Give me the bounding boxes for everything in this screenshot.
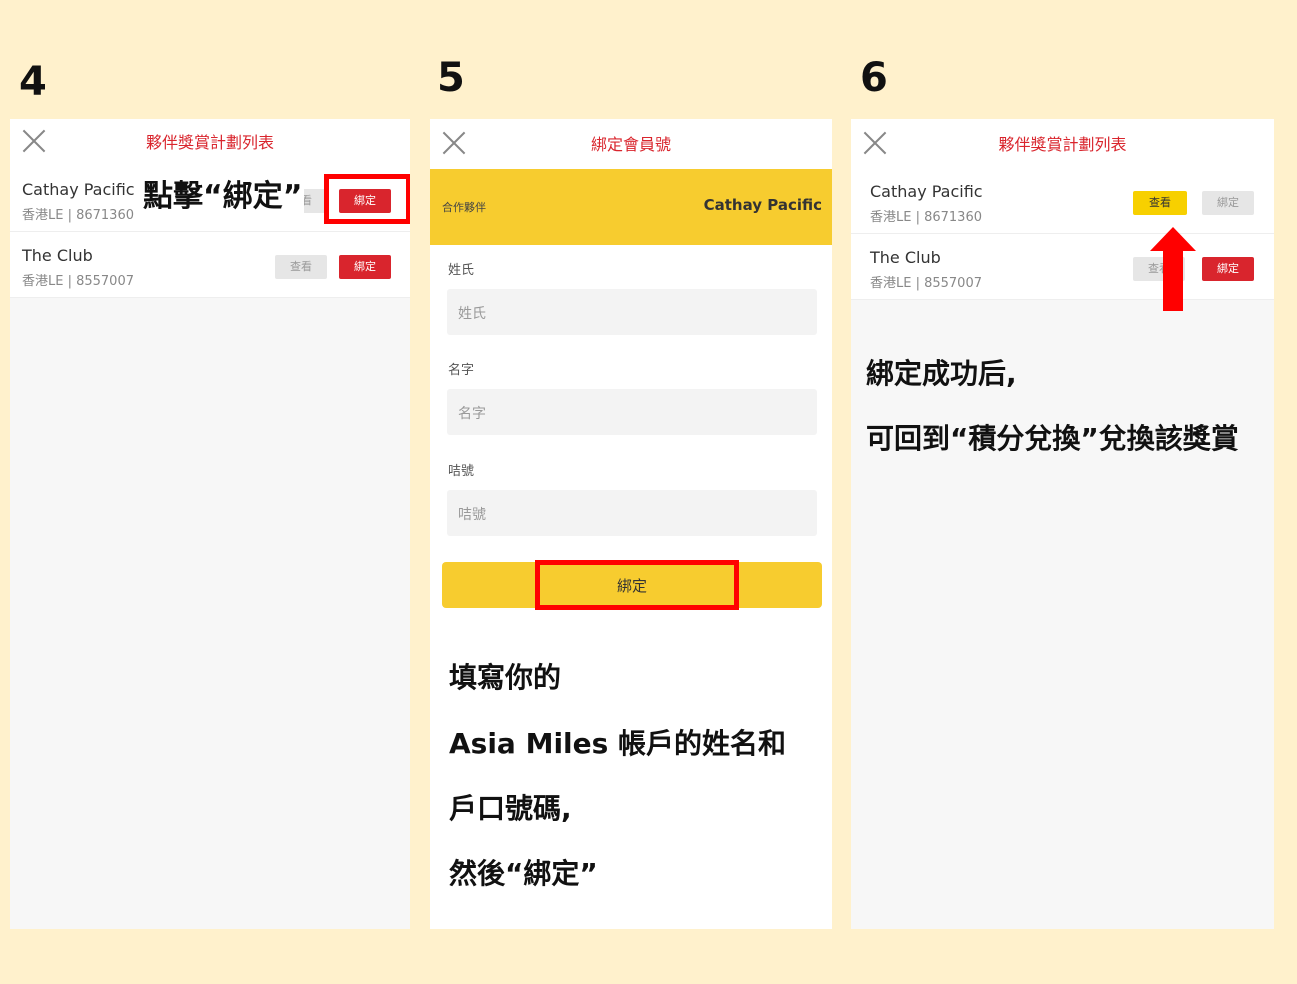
partner-label: 合作夥伴 (442, 201, 486, 214)
highlight-box (535, 560, 739, 610)
partner-name: Cathay Pacific (870, 182, 983, 201)
given-name-placeholder: 名字 (458, 406, 486, 422)
screen-bind-member: 綁定會員號 合作夥伴 Cathay Pacific 姓氏 姓氏 名字 名字 咭號… (430, 119, 832, 929)
partner-meta: 香港LE | 8557007 (22, 274, 134, 289)
page-title: 夥伴獎賞計劃列表 (998, 135, 1127, 154)
callout-click-bind: 點擊“綁定” (141, 171, 305, 215)
bind-button[interactable]: 綁定 (339, 255, 391, 279)
partner-row-the-club: The Club 香港LE | 8557007 查看 綁定 (10, 233, 410, 298)
arrow-head (1150, 227, 1196, 251)
redeem-note: 可回到“積分兌換”兌換該獎賞 (866, 422, 1239, 455)
bind-button-disabled[interactable]: 綁定 (1202, 191, 1254, 215)
instruction-line: 戶口號碼, (449, 792, 572, 825)
partner-name: Cathay Pacific (703, 196, 822, 214)
partner-meta: 香港LE | 8557007 (870, 276, 982, 291)
instruction-line: 然後“綁定” (449, 857, 598, 890)
page-title: 綁定會員號 (590, 135, 671, 154)
given-name-label: 名字 (448, 363, 475, 378)
step-number-6: 6 (860, 55, 888, 101)
card-number-input[interactable]: 咭號 (447, 490, 817, 536)
partner-name: Cathay Pacific (22, 180, 135, 199)
card-number-label: 咭號 (448, 464, 475, 479)
partner-name: The Club (870, 248, 941, 267)
partner-name: The Club (22, 246, 93, 265)
card-number-placeholder: 咭號 (458, 507, 486, 523)
partner-row-cathay: Cathay Pacific 香港LE | 8671360 查看 綁定 (851, 169, 1274, 234)
view-button[interactable]: 查看 (1133, 191, 1187, 215)
up-arrow-icon (1150, 227, 1196, 311)
screen-partner-list-bound: 夥伴獎賞計劃列表 Cathay Pacific 香港LE | 8671360 查… (851, 119, 1274, 929)
partner-row-the-club: The Club 香港LE | 8557007 查看 綁定 (851, 235, 1274, 300)
surname-placeholder: 姓氏 (458, 306, 486, 322)
screen-partner-list: 夥伴獎賞計劃列表 Cathay Pacific 香港LE | 8671360 查… (10, 119, 410, 929)
bind-button[interactable]: 綁定 (1202, 257, 1254, 281)
arrow-shaft (1163, 249, 1183, 311)
instruction-line: 填寫你的 (449, 661, 562, 694)
surname-input[interactable]: 姓氏 (447, 289, 817, 335)
view-button[interactable]: 查看 (275, 255, 327, 279)
step-number-5: 5 (437, 55, 465, 101)
list-background (851, 299, 1274, 929)
list-background (10, 297, 410, 929)
step-number-4: 4 (19, 59, 47, 105)
surname-label: 姓氏 (448, 263, 475, 278)
page-title: 夥伴獎賞計劃列表 (145, 133, 274, 152)
partner-header: 合作夥伴 Cathay Pacific (430, 169, 832, 245)
partner-meta: 香港LE | 8671360 (22, 208, 134, 223)
partner-meta: 香港LE | 8671360 (870, 210, 982, 225)
instruction-line: Asia Miles 帳戶的姓名和 (449, 727, 787, 760)
success-note: 綁定成功后, (866, 357, 1017, 390)
given-name-input[interactable]: 名字 (447, 389, 817, 435)
highlight-box (324, 174, 410, 224)
